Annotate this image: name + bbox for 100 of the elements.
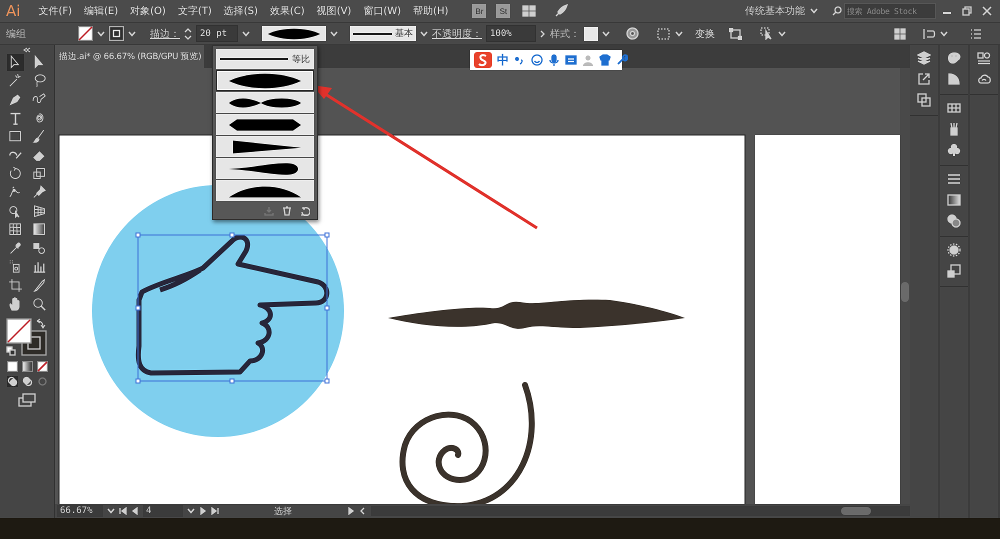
style-swatch-icon[interactable] (584, 26, 598, 40)
reset-icon[interactable] (300, 206, 310, 216)
variable-width-stroke[interactable] (388, 300, 685, 329)
zoom-icon[interactable] (30, 296, 48, 313)
skin-shirt-icon[interactable] (599, 54, 611, 66)
width-profile-dropdown[interactable] (262, 26, 326, 41)
search-field[interactable]: 搜索 Adobe Stock (844, 3, 936, 19)
stroke-panel-icon[interactable] (947, 172, 961, 186)
collapse-arrows-icon[interactable] (23, 47, 31, 53)
color-mode-icon[interactable] (6, 361, 18, 372)
width-profile-option[interactable] (216, 114, 314, 135)
menu-item[interactable]: 帮助(H) (407, 4, 454, 18)
input-mode-label[interactable]: 中 (497, 52, 509, 68)
first-artboard-icon[interactable] (119, 507, 127, 515)
vertical-scrollbar[interactable] (900, 68, 910, 504)
appearance-icon[interactable] (947, 243, 961, 257)
gradient-mode-icon[interactable] (22, 361, 32, 372)
slice-icon[interactable] (30, 276, 48, 294)
distribute-icon[interactable] (922, 28, 936, 40)
magic-wand-icon[interactable] (6, 72, 24, 90)
scroll-left-icon[interactable] (359, 507, 367, 515)
screen-mode-icon[interactable] (18, 393, 36, 408)
zoom-field[interactable]: 66.67% (57, 505, 103, 517)
width-profile-option[interactable] (216, 136, 314, 157)
layout-grid-icon[interactable] (522, 5, 536, 17)
export-icon[interactable] (917, 72, 931, 86)
stroke-swatch-icon[interactable] (109, 26, 124, 41)
menu-item[interactable]: 编辑(E) (78, 4, 124, 18)
restore-icon[interactable] (962, 6, 972, 16)
stepper-icon[interactable] (184, 26, 192, 40)
menu-item[interactable]: 窗口(W) (357, 4, 408, 18)
recolor-wheel-icon[interactable] (626, 27, 639, 40)
menu-item[interactable]: 文字(T) (172, 4, 218, 18)
none-mode-icon[interactable] (36, 361, 48, 372)
keyboard-icon[interactable] (565, 54, 577, 66)
previous-artboard-icon[interactable] (131, 507, 139, 515)
arrange-icon[interactable] (894, 28, 906, 40)
wrench-icon[interactable] (616, 54, 628, 66)
horizontal-scrollbar[interactable] (371, 506, 910, 516)
draw-normal-icon[interactable] (6, 376, 18, 388)
transform-button[interactable]: 变换 (695, 26, 715, 40)
chevron-down-icon[interactable] (242, 30, 250, 36)
chevron-down-icon[interactable] (778, 30, 786, 36)
bounding-box-icon[interactable] (729, 28, 742, 40)
gradient-panel-icon[interactable] (947, 193, 961, 207)
chevron-down-icon[interactable] (187, 508, 195, 514)
width-profile-option[interactable] (216, 180, 314, 201)
spiral-stroke[interactable] (399, 382, 535, 504)
microphone-icon[interactable] (548, 54, 560, 66)
transparency-icon[interactable] (947, 214, 961, 228)
menu-item[interactable]: 效果(C) (264, 4, 311, 18)
menu-item[interactable]: 选择(S) (218, 4, 264, 18)
menu-item[interactable]: 视图(V) (310, 4, 358, 18)
libraries-icon[interactable] (977, 51, 991, 65)
app-button[interactable]: St (496, 4, 510, 18)
stroke-weight-field[interactable]: 20 pt (196, 25, 238, 42)
width-profile-option[interactable] (216, 70, 314, 91)
opacity-field[interactable]: 100% (486, 25, 536, 42)
creative-cloud-icon[interactable] (977, 72, 991, 86)
menu-item[interactable]: 文件(F) (32, 4, 78, 18)
isolate-group-icon[interactable] (760, 27, 774, 40)
chevron-down-icon[interactable] (420, 30, 428, 36)
chevron-down-icon[interactable] (602, 30, 610, 36)
selection-tool-icon[interactable] (6, 54, 24, 71)
uniform-profile-option[interactable]: 等比 (216, 49, 314, 69)
next-artboard-icon[interactable] (199, 507, 207, 515)
chevron-down-icon[interactable] (128, 30, 136, 36)
brush-dropdown[interactable]: 基本 (350, 26, 416, 41)
play-icon[interactable] (347, 507, 355, 515)
chevron-down-icon[interactable] (810, 8, 818, 14)
width-profile-option[interactable] (216, 158, 314, 179)
color-guide-icon[interactable] (947, 72, 961, 86)
chevron-down-icon[interactable] (675, 30, 683, 36)
chevron-right-icon[interactable] (540, 30, 546, 38)
opacity-label[interactable]: 不透明度： (432, 26, 482, 40)
draw-behind-icon[interactable] (22, 376, 32, 388)
panel-menu-icon[interactable] (970, 28, 982, 38)
document-tab[interactable]: 描边.ai* @ 66.67% (RGB/GPU 预览) (55, 45, 204, 68)
fill-stroke-swatches-icon[interactable] (5, 317, 49, 358)
artboard-number-field[interactable]: 4 (143, 505, 183, 517)
layers-icon[interactable] (917, 51, 931, 65)
align-dotted-icon[interactable] (657, 28, 671, 40)
chevron-down-icon[interactable] (940, 30, 948, 36)
image-trace-icon[interactable] (947, 264, 961, 278)
chevron-down-icon[interactable] (107, 508, 115, 514)
close-icon[interactable] (982, 6, 992, 16)
last-artboard-icon[interactable] (211, 507, 219, 515)
width-profile-option[interactable] (216, 92, 314, 113)
artboard-tool-icon[interactable] (6, 276, 24, 294)
menu-item[interactable]: 对象(O) (124, 4, 172, 18)
chevron-down-icon[interactable] (97, 30, 105, 36)
fill-swatch-icon[interactable] (78, 26, 93, 41)
stroke-label[interactable]: 描边： (150, 26, 180, 40)
app-button[interactable]: Br (472, 4, 486, 18)
artboards-icon[interactable] (917, 93, 931, 107)
emoji-icon[interactable] (531, 54, 543, 66)
delete-icon[interactable] (282, 206, 292, 216)
chevron-down-icon[interactable] (330, 30, 338, 36)
symbols-icon[interactable] (947, 143, 961, 157)
workspace-switcher[interactable]: 传统基本功能 (745, 4, 818, 18)
